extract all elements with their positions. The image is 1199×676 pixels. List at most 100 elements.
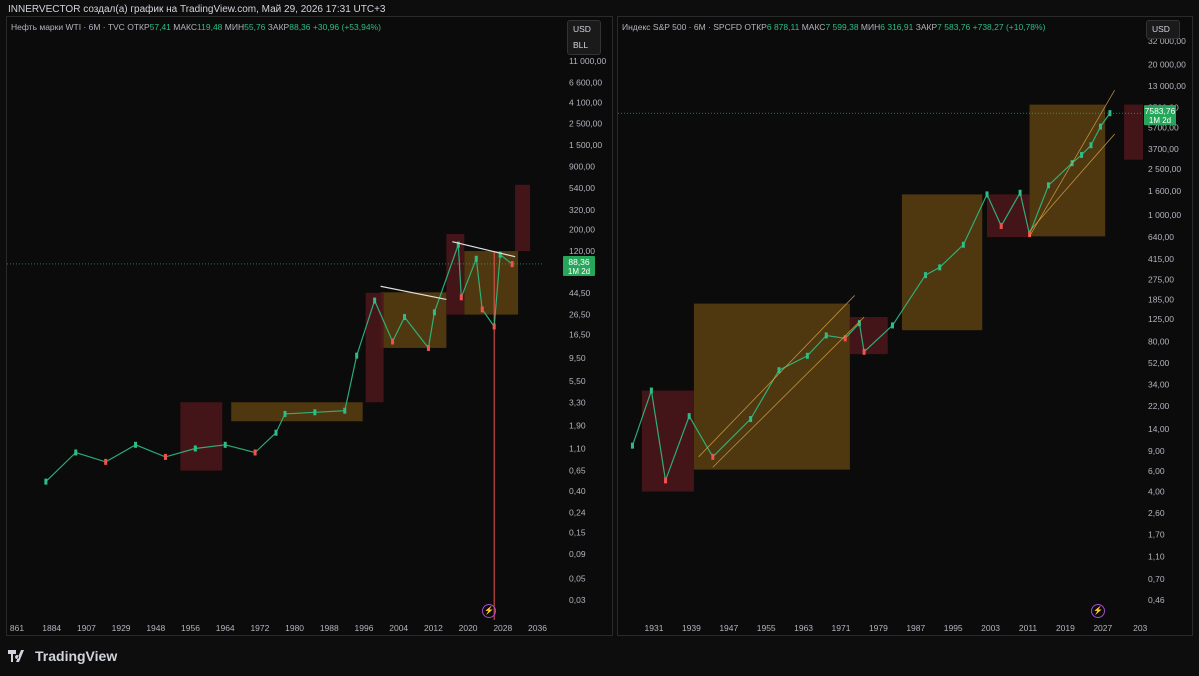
sp500-y-tick: 6,00	[1148, 466, 1165, 476]
oil-y-tick: 200,00	[569, 225, 595, 235]
sp500-y-tick: 125,00	[1148, 314, 1174, 324]
oil-currency: USD	[573, 24, 591, 34]
oil-y-tick: 16,50	[569, 330, 591, 340]
sp500-x-tick: 1987	[906, 623, 925, 633]
sp500-open: 6 878,11	[766, 22, 800, 32]
sp500-y-tick: 2,60	[1148, 508, 1165, 518]
oil-y-tick: 1,10	[569, 443, 586, 453]
chart-pane-oil[interactable]: 11 000,00 6 600,00 4 100,00 2 500,00 1 500,0…	[6, 16, 613, 636]
sp500-open-label: ОТКР	[744, 22, 767, 32]
sp500-y-tick: 1,10	[1148, 551, 1165, 561]
oil-close-label: ЗАКР	[267, 22, 290, 32]
oil-x-tick: 1980	[285, 623, 304, 633]
sp500-data-point	[961, 241, 965, 248]
oil-red-zone	[180, 402, 223, 471]
sp500-y-tick: 640,00	[1148, 232, 1174, 242]
oil-orange-zone	[380, 292, 447, 348]
sp500-data-point	[862, 348, 866, 355]
oil-y-tick: 900,00	[569, 161, 595, 171]
sp500-y-tick: 3700,00	[1148, 144, 1179, 154]
oil-data-point	[480, 306, 484, 313]
sp500-y-tick: 1 600,00	[1148, 186, 1181, 196]
oil-data-point	[510, 261, 514, 268]
oil-x-tick: 1996	[355, 623, 374, 633]
sp500-y-tick: 2 500,00	[1148, 164, 1181, 174]
oil-low: 55,76	[244, 22, 266, 32]
sp500-lightning-icon[interactable]: ⚡	[1091, 604, 1105, 618]
oil-lightning-icon[interactable]: ⚡	[482, 604, 496, 618]
sp500-x-tick: 1971	[832, 623, 851, 633]
oil-orange-zone	[464, 251, 519, 315]
sp500-y-tick: 4,00	[1148, 487, 1165, 497]
sp500-y-tick: 275,00	[1148, 274, 1174, 284]
sp500-x-tick: 1979	[869, 623, 888, 633]
sp500-x-tick: 1955	[757, 623, 776, 633]
oil-data-point	[474, 255, 478, 262]
sp500-y-tick: 14,00	[1148, 424, 1170, 434]
oil-x-tick: 1956	[181, 623, 200, 633]
oil-data-point	[223, 441, 227, 448]
oil-unit: BLL	[573, 40, 589, 50]
sp500-data-point	[938, 264, 942, 271]
sp500-high-label: МАКС	[801, 22, 826, 32]
oil-legend: Нефть марки WTI · 6M · TVC ОТКР57,41 МАК…	[11, 22, 381, 32]
oil-change: +30,96 (+53,94%)	[312, 22, 381, 32]
sp500-data-point	[711, 453, 715, 460]
sp500-y-tick: 52,00	[1148, 358, 1170, 368]
sp500-y-tick: 185,00	[1148, 294, 1174, 304]
oil-x-tick: 2004	[389, 623, 408, 633]
sp500-data-point	[1108, 110, 1112, 117]
sp500-chart-canvas[interactable]: 32 000,0020 000,0013 000,008500,005700,0…	[618, 17, 1194, 637]
sp500-x-tick: 2027	[1093, 623, 1112, 633]
sp500-data-point	[1098, 123, 1102, 130]
oil-currency-button[interactable]: USD BLL	[567, 20, 601, 55]
sp500-low-label: МИН	[860, 22, 881, 32]
sp500-low: 6 316,91	[880, 22, 914, 32]
oil-y-tick: 0,40	[569, 486, 586, 496]
sp500-x-tick: 2003	[981, 623, 1000, 633]
sp500-x-tick: 1931	[645, 623, 664, 633]
oil-data-point	[274, 429, 278, 436]
oil-y-tick: 3,30	[569, 397, 586, 407]
oil-data-point	[193, 445, 197, 452]
sp500-orange-zone	[693, 303, 850, 470]
oil-orange-zone	[231, 402, 363, 422]
oil-y-tick: 2 500,00	[569, 118, 602, 128]
oil-x-tick: 1988	[320, 623, 339, 633]
sp500-data-point	[649, 387, 653, 394]
sp500-y-tick: 1,70	[1148, 529, 1165, 539]
tradingview-logo-icon	[8, 650, 24, 662]
oil-y-tick: 6 600,00	[569, 77, 602, 87]
oil-data-point	[492, 323, 496, 330]
oil-x-tick: 1884	[42, 623, 61, 633]
oil-y-tick: 11 000,00	[569, 56, 606, 66]
sp500-price-tag-value: 7583,76	[1145, 106, 1176, 116]
chart-pane-sp500[interactable]: 32 000,0020 000,0013 000,008500,005700,0…	[617, 16, 1193, 636]
oil-x-tick: 861	[10, 623, 24, 633]
oil-price-tag-interval: 1M 2d	[568, 267, 590, 276]
sp500-x-tick: 1939	[682, 623, 701, 633]
oil-red-zone	[365, 292, 384, 403]
sp500-orange-zone	[901, 194, 983, 331]
sp500-x-tick: 2019	[1056, 623, 1075, 633]
sp500-data-point	[805, 352, 809, 359]
sp500-x-tick: 1947	[719, 623, 738, 633]
oil-x-tick: 1972	[250, 623, 269, 633]
sp500-data-point	[924, 272, 928, 279]
sp500-y-tick: 20 000,00	[1148, 60, 1186, 70]
sp500-y-tick: 34,00	[1148, 379, 1170, 389]
oil-high: 119,48	[197, 22, 223, 32]
oil-low-label: МИН	[224, 22, 245, 32]
sp500-data-point	[999, 222, 1003, 229]
oil-chart-canvas[interactable]: 11 000,00 6 600,00 4 100,00 2 500,00 1 500,0…	[7, 17, 614, 637]
sp500-close-label: ЗАКР	[915, 22, 938, 32]
oil-data-point	[134, 441, 138, 448]
sp500-y-tick: 22,00	[1148, 401, 1170, 411]
oil-y-tick: 5,50	[569, 376, 586, 386]
sp500-currency-button[interactable]: USD	[1146, 20, 1180, 39]
sp500-x-tick: 1963	[794, 623, 813, 633]
oil-x-tick: 1964	[216, 623, 235, 633]
oil-data-point	[163, 453, 167, 460]
oil-y-tick: 320,00	[569, 205, 595, 215]
sp500-y-tick: 415,00	[1148, 254, 1174, 264]
